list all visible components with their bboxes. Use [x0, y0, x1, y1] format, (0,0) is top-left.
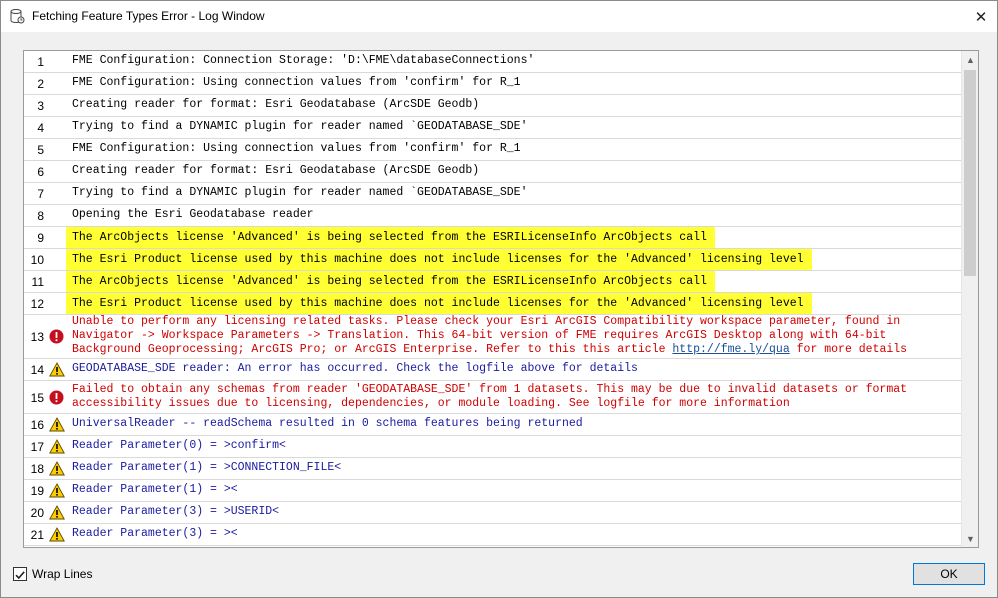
line-number: 8: [37, 209, 44, 223]
log-message: Reader Parameter(3) = ><: [72, 527, 238, 540]
log-message: Reader Parameter(1) = >CONNECTION_FILE<: [72, 461, 342, 474]
log-row[interactable]: 16 UniversalReader -- readSchema resulted…: [24, 414, 961, 436]
log-message: Trying to find a DYNAMIC plugin for read…: [72, 120, 528, 133]
line-number: 14: [30, 363, 44, 377]
log-message: Opening the Esri Geodatabase reader: [72, 208, 314, 221]
line-number: 16: [30, 418, 44, 432]
line-number: 21: [30, 528, 44, 542]
log-message: GEODATABASE_SDE reader: An error has occ…: [72, 362, 638, 375]
log-rows: 1 FME Configuration: Connection Storage: …: [24, 51, 961, 546]
log-message: Reader Parameter(0) = >confirm<: [72, 439, 286, 452]
log-row[interactable]: 4 Trying to find a DYNAMIC plugin for rea…: [24, 117, 961, 139]
error-icon: [49, 329, 65, 345]
warning-icon: [49, 461, 65, 477]
line-number: 11: [31, 275, 44, 289]
log-row[interactable]: 2 FME Configuration: Using connection val…: [24, 73, 961, 95]
warning-icon: [49, 362, 65, 378]
log-message: Failed to obtain any schemas from reader…: [72, 382, 908, 410]
error-icon: [49, 390, 65, 406]
wrap-lines-checkbox[interactable]: [13, 567, 27, 581]
line-number: 20: [30, 506, 44, 520]
log-message: Creating reader for format: Esri Geodata…: [72, 98, 480, 111]
line-number: 15: [30, 390, 44, 405]
window-title: Fetching Feature Types Error - Log Windo…: [32, 9, 265, 23]
close-button[interactable]: ✕: [965, 1, 997, 32]
line-number: 10: [30, 253, 44, 267]
log-row[interactable]: 6 Creating reader for format: Esri Geodat…: [24, 161, 961, 183]
log-row[interactable]: 21 Reader Parameter(3) = ><: [24, 524, 961, 546]
line-number: 9: [37, 231, 44, 245]
article-link[interactable]: http://fme.ly/qua: [672, 343, 789, 356]
log-message: FME Configuration: Using connection valu…: [72, 76, 521, 89]
line-number: 7: [37, 187, 44, 201]
line-number: 13: [30, 330, 44, 344]
log-row[interactable]: 15 Failed to obtain any schemas from read…: [24, 381, 961, 414]
ok-button[interactable]: OK: [913, 563, 985, 585]
log-row[interactable]: 11 The ArcObjects license 'Advanced' is b…: [24, 271, 961, 293]
log-row[interactable]: 14 GEODATABASE_SDE reader: An error has o…: [24, 359, 961, 381]
line-number: 4: [37, 121, 44, 135]
vertical-scrollbar[interactable]: ▲ ▼: [961, 51, 978, 547]
log-message: The ArcObjects license 'Advanced' is bei…: [66, 271, 715, 292]
ok-button-label: OK: [940, 567, 958, 581]
log-message: Creating reader for format: Esri Geodata…: [72, 164, 480, 177]
log-row[interactable]: 10 The Esri Product license used by this …: [24, 249, 961, 271]
log-row[interactable]: 5 FME Configuration: Using connection val…: [24, 139, 961, 161]
log-message: FME Configuration: Using connection valu…: [72, 142, 521, 155]
scroll-up-arrow-icon[interactable]: ▲: [962, 51, 978, 68]
log-panel[interactable]: 1 FME Configuration: Connection Storage: …: [23, 50, 979, 548]
warning-icon: [49, 527, 65, 543]
log-row[interactable]: 9 The ArcObjects license 'Advanced' is be…: [24, 227, 961, 249]
line-number: 3: [37, 99, 44, 113]
log-row[interactable]: 1 FME Configuration: Connection Storage: …: [24, 51, 961, 73]
log-message: UniversalReader -- readSchema resulted i…: [72, 417, 583, 430]
close-icon: ✕: [974, 8, 988, 26]
scrollbar-thumb[interactable]: [964, 70, 976, 276]
log-row[interactable]: 8 Opening the Esri Geodatabase reader: [24, 205, 961, 227]
line-number: 5: [37, 143, 44, 157]
log-message: The Esri Product license used by this ma…: [66, 249, 812, 270]
scroll-down-arrow-icon[interactable]: ▼: [962, 530, 978, 547]
log-row[interactable]: 7 Trying to find a DYNAMIC plugin for rea…: [24, 183, 961, 205]
warning-icon: [49, 417, 65, 433]
line-number: 2: [37, 77, 44, 91]
line-number: 17: [30, 440, 44, 454]
warning-icon: [49, 439, 65, 455]
title-bar: Fetching Feature Types Error - Log Windo…: [1, 1, 997, 32]
log-row[interactable]: 19 Reader Parameter(1) = ><: [24, 480, 961, 502]
database-icon: [10, 9, 25, 24]
log-message: Reader Parameter(1) = ><: [72, 483, 238, 496]
log-message: Reader Parameter(3) = >USERID<: [72, 505, 280, 518]
log-row[interactable]: 3 Creating reader for format: Esri Geodat…: [24, 95, 961, 117]
log-row[interactable]: 12 The Esri Product license used by this …: [24, 293, 961, 315]
log-row[interactable]: 13 Unable to perform any licensing relate…: [24, 315, 961, 359]
line-number: 12: [30, 297, 44, 311]
log-row[interactable]: 17 Reader Parameter(0) = >confirm<: [24, 436, 961, 458]
line-number: 19: [30, 484, 44, 498]
warning-icon: [49, 483, 65, 499]
log-window: Fetching Feature Types Error - Log Windo…: [0, 0, 998, 598]
log-message: FME Configuration: Connection Storage: '…: [72, 54, 535, 67]
line-number: 1: [37, 55, 44, 69]
line-number: 6: [37, 165, 44, 179]
wrap-lines-label: Wrap Lines: [32, 567, 93, 581]
warning-icon: [49, 505, 65, 521]
log-message: Unable to perform any licensing related …: [72, 315, 908, 356]
log-row[interactable]: 20 Reader Parameter(3) = >USERID<: [24, 502, 961, 524]
checkmark-icon: [15, 571, 25, 580]
log-message: The ArcObjects license 'Advanced' is bei…: [66, 227, 715, 248]
log-row[interactable]: 18 Reader Parameter(1) = >CONNECTION_FILE…: [24, 458, 961, 480]
log-message: Trying to find a DYNAMIC plugin for read…: [72, 186, 528, 199]
line-number: 18: [30, 462, 44, 476]
log-message: The Esri Product license used by this ma…: [66, 293, 812, 314]
